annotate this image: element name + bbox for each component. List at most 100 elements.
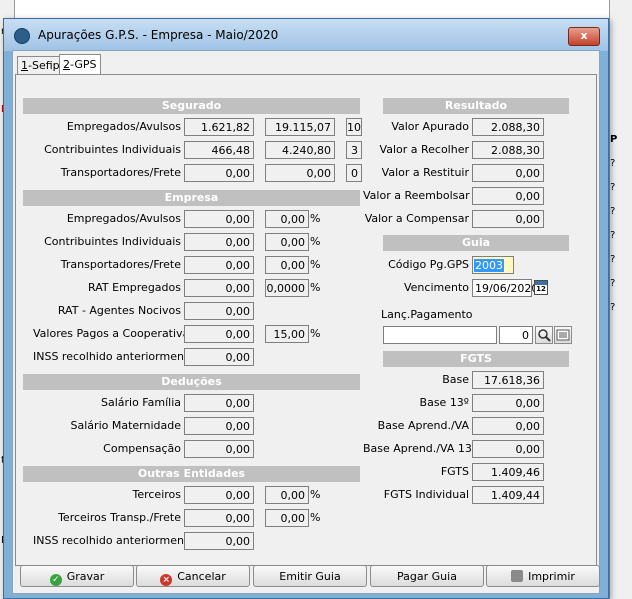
terceiros-transp-percent[interactable]: 0,00 [265, 509, 309, 527]
empresa-transportadores-value[interactable]: 0,00 [184, 256, 254, 274]
label-empresa-empregados: Empregados/Avulsos [66, 212, 181, 225]
label-terceiros-transp: Terceiros Transp./Frete [58, 511, 181, 524]
outras-inss-recolhido-value[interactable]: 0,00 [184, 532, 254, 550]
tab-label: -Sefip [28, 59, 60, 72]
label-outras-inss-recolhido: INSS recolhido anteriormente [33, 534, 196, 547]
percent-sign: % [310, 511, 321, 524]
label-valor-recolher: Valor a Recolher [379, 143, 469, 156]
fgts-individual-value[interactable]: 1.409,44 [472, 486, 544, 504]
segurado-empregados-value[interactable]: 1.621,82 [184, 118, 254, 136]
gps-dialog: Apurações G.P.S. - Empresa - Maio/2020 x… [3, 18, 609, 599]
rat-agentes-nocivos-value[interactable]: 0,00 [184, 302, 254, 320]
background-mark: P [610, 134, 618, 145]
cooperativas-percent[interactable]: 15,00 [265, 325, 309, 343]
fgts-base-value[interactable]: 17.618,36 [472, 371, 544, 389]
label-salario-familia: Salário Família [100, 396, 181, 409]
empresa-empregados-value[interactable]: 0,00 [184, 210, 254, 228]
label-salario-maternidade: Salário Maternidade [70, 419, 181, 432]
rat-empregados-percent[interactable]: 0,0000 [265, 279, 309, 297]
close-button[interactable]: x [568, 27, 600, 46]
imprimir-button[interactable]: Imprimir [486, 565, 600, 587]
search-icon[interactable] [535, 326, 553, 344]
section-guia: Guia [383, 235, 569, 251]
imprimir-label: Imprimir [528, 570, 575, 583]
segurado-transportadores-count[interactable]: 0 [346, 164, 362, 182]
list-icon[interactable] [554, 326, 572, 344]
background-mark: ? [610, 206, 616, 217]
label-lanc-pagamento: Lanç.Pagamento [381, 308, 473, 321]
tab-sefip[interactable]: 1-Sefip [17, 56, 64, 75]
calendar-icon-day: 12 [536, 285, 546, 293]
segurado-transportadores-base[interactable]: 0,00 [265, 164, 335, 182]
gravar-label: Gravar [66, 570, 105, 583]
section-deducoes: Deduções [23, 374, 360, 390]
empresa-transportadores-percent[interactable]: 0,00 [265, 256, 309, 274]
salario-maternidade-value[interactable]: 0,00 [184, 417, 254, 435]
section-fgts: FGTS [383, 351, 569, 367]
segurado-contribuintes-base[interactable]: 4.240,80 [265, 141, 335, 159]
valor-compensar-value[interactable]: 0,00 [472, 210, 544, 228]
tab-gps[interactable]: 2-GPS [59, 54, 101, 75]
label-fgts-base-aprend: Base Aprend./VA [377, 419, 469, 432]
empresa-contribuintes-value[interactable]: 0,00 [184, 233, 254, 251]
fgts-value[interactable]: 1.409,46 [472, 463, 544, 481]
segurado-empregados-base[interactable]: 19.115,07 [265, 118, 335, 136]
label-valor-compensar: Valor a Compensar [364, 212, 469, 225]
label-segurado-contribuintes: Contribuintes Individuais [44, 143, 181, 156]
salario-familia-value[interactable]: 0,00 [184, 394, 254, 412]
gravar-button[interactable]: ✓ Gravar [20, 565, 134, 587]
label-rat-empregados: RAT Empregados [88, 281, 181, 294]
label-empresa-transportadores: Transportadores/Frete [60, 258, 181, 271]
segurado-empregados-count[interactable]: 10 [346, 118, 362, 136]
valor-reembolsar-value[interactable]: 0,00 [472, 187, 544, 205]
fgts-base-13-value[interactable]: 0,00 [472, 394, 544, 412]
valor-apurado-value[interactable]: 2.088,30 [472, 118, 544, 136]
calendar-icon[interactable]: 12 [534, 280, 548, 295]
fgts-base-aprend-value[interactable]: 0,00 [472, 417, 544, 435]
label-fgts-base-aprend-13: Base Aprend./VA 13º [363, 442, 478, 455]
lanc-pagamento-number[interactable]: 0 [499, 326, 533, 344]
label-segurado-empregados: Empregados/Avulsos [66, 120, 181, 133]
inss-recolhido-value[interactable]: 0,00 [184, 348, 254, 366]
label-valor-reembolsar: Valor a Reembolsar [363, 189, 470, 202]
printer-icon [511, 570, 524, 582]
cooperativas-value[interactable]: 0,00 [184, 325, 254, 343]
title-bar[interactable]: Apurações G.P.S. - Empresa - Maio/2020 x [4, 19, 608, 51]
terceiros-percent[interactable]: 0,00 [265, 486, 309, 504]
label-codigo-gps: Código Pg.GPS [388, 258, 469, 271]
section-empresa: Empresa [23, 190, 360, 206]
percent-sign: % [310, 212, 321, 225]
percent-sign: % [310, 327, 321, 340]
label-fgts-base: Base [442, 373, 469, 386]
pagar-guia-button[interactable]: Pagar Guia [370, 565, 484, 587]
cancelar-label: Cancelar [177, 570, 226, 583]
cancelar-button[interactable]: × Cancelar [136, 565, 250, 587]
valor-restituir-value[interactable]: 0,00 [472, 164, 544, 182]
segurado-contribuintes-count[interactable]: 3 [346, 141, 362, 159]
codigo-gps-input[interactable]: 2003 [472, 256, 514, 274]
terceiros-transp-value[interactable]: 0,00 [184, 509, 254, 527]
section-outras-entidades: Outras Entidades [23, 466, 360, 482]
lanc-pagamento-input[interactable] [383, 326, 497, 344]
terceiros-value[interactable]: 0,00 [184, 486, 254, 504]
label-valor-apurado: Valor Apurado [391, 120, 469, 133]
valor-recolher-value[interactable]: 2.088,30 [472, 141, 544, 159]
label-empresa-contribuintes: Contribuintes Individuais [44, 235, 181, 248]
rat-empregados-value[interactable]: 0,00 [184, 279, 254, 297]
label-vencimento: Vencimento [403, 281, 469, 294]
section-resultado: Resultado [383, 98, 569, 114]
background-app-right [609, 0, 632, 599]
empresa-empregados-percent[interactable]: 0,00 [265, 210, 309, 228]
cancel-icon: × [160, 574, 173, 586]
fgts-base-aprend-13-value[interactable]: 0,00 [472, 440, 544, 458]
vencimento-input[interactable]: 19/06/2020 [472, 279, 538, 297]
segurado-transportadores-value[interactable]: 0,00 [184, 164, 254, 182]
dialog-body: 1-Sefip 2-GPS Segurado Empregados/Avulso… [12, 50, 600, 594]
emitir-guia-button[interactable]: Emitir Guia [253, 565, 367, 587]
segurado-contribuintes-value[interactable]: 466,48 [184, 141, 254, 159]
compensacao-value[interactable]: 0,00 [184, 440, 254, 458]
empresa-contribuintes-percent[interactable]: 0,00 [265, 233, 309, 251]
window-title: Apurações G.P.S. - Empresa - Maio/2020 [38, 28, 279, 42]
list-icon-glyph [556, 329, 570, 341]
label-cooperativas: Valores Pagos a Cooperativas [33, 327, 196, 340]
